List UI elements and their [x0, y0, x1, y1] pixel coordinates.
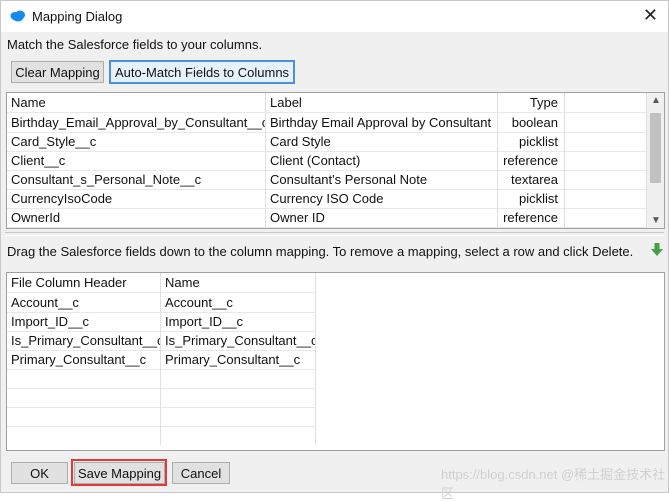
table-row[interactable]: Import_ID__c Import_ID__c: [7, 312, 316, 332]
mapped-field-cell: [161, 369, 316, 388]
salesforce-fields-table[interactable]: Name Label Type Birthday_Email_Approval_…: [6, 92, 665, 229]
table-row[interactable]: Client__c Client (Contact) reference: [7, 151, 649, 171]
field-label-cell: Client (Contact): [266, 151, 498, 170]
table-row[interactable]: Primary_Consultant__c Primary_Consultant…: [7, 350, 316, 370]
field-label-cell: Consultant's Personal Note: [266, 170, 498, 189]
auto-match-button[interactable]: Auto-Match Fields to Columns: [109, 60, 295, 84]
watermark: https://blog.csdn.net @稀土掘金技术社区: [441, 467, 666, 501]
mapped-field-cell: [161, 407, 316, 426]
mapped-field-cell: [161, 426, 316, 445]
file-column-cell: Account__c: [7, 293, 161, 312]
file-column-cell: Primary_Consultant__c: [7, 350, 161, 369]
column-mapping-table[interactable]: File Column Header Name Account__c Accou…: [6, 272, 665, 451]
mapped-field-cell: Primary_Consultant__c: [161, 350, 316, 369]
highlight-box: [71, 459, 167, 486]
salesforce-cloud-icon: [10, 10, 25, 22]
column-header-name[interactable]: Name: [161, 273, 316, 292]
field-type-cell: textarea: [498, 170, 565, 189]
field-name-cell: Client__c: [7, 151, 266, 170]
mapped-field-cell: Import_ID__c: [161, 312, 316, 331]
file-column-cell: Import_ID__c: [7, 312, 161, 331]
table-row[interactable]: Birthday_Email_Approval_by_Consultant__c…: [7, 113, 649, 133]
green-down-arrow-icon: [651, 243, 663, 256]
table-row[interactable]: Consultant_s_Personal_Note__c Consultant…: [7, 170, 649, 190]
file-column-cell: Is_Primary_Consultant__c: [7, 331, 161, 350]
file-column-cell: [7, 426, 161, 445]
title-bar: Mapping Dialog ✕: [1, 1, 668, 32]
field-name-cell: Card_Style__c: [7, 132, 266, 151]
clear-mapping-button[interactable]: Clear Mapping: [11, 61, 104, 83]
table-row[interactable]: Is_Primary_Consultant__c Is_Primary_Cons…: [7, 331, 316, 351]
field-label-cell: Birthday Email Approval by Consultant: [266, 113, 498, 132]
field-type-cell: reference: [498, 151, 565, 170]
table-row[interactable]: Card_Style__c Card Style picklist: [7, 132, 649, 152]
file-column-cell: [7, 388, 161, 407]
table-row-empty[interactable]: [7, 407, 316, 427]
close-icon[interactable]: ✕: [643, 5, 658, 26]
file-column-cell: [7, 407, 161, 426]
table-row[interactable]: Account__c Account__c: [7, 293, 316, 313]
file-column-cell: [7, 369, 161, 388]
cancel-button[interactable]: Cancel: [172, 462, 230, 484]
field-name-cell: Birthday_Email_Approval_by_Consultant__c: [7, 113, 266, 132]
field-type-cell: reference: [498, 208, 565, 227]
table-row[interactable]: OwnerId Owner ID reference: [7, 208, 649, 228]
table-row-empty[interactable]: [7, 388, 316, 408]
column-header-type[interactable]: Type: [498, 93, 565, 112]
table-header-row: Name Label Type: [7, 93, 649, 113]
column-header-label[interactable]: Label: [266, 93, 498, 112]
table-row-empty[interactable]: [7, 426, 316, 445]
field-type-cell: picklist: [498, 132, 565, 151]
table-row[interactable]: CurrencyIsoCode Currency ISO Code pickli…: [7, 189, 649, 209]
mapped-field-cell: [161, 388, 316, 407]
column-header-file-column[interactable]: File Column Header: [7, 273, 161, 292]
scrollbar-thumb[interactable]: [650, 113, 661, 183]
splitter[interactable]: [5, 232, 664, 236]
vertical-scrollbar[interactable]: ▲ ▼: [646, 93, 664, 228]
field-name-cell: OwnerId: [7, 208, 266, 227]
scroll-up-icon[interactable]: ▲: [651, 95, 661, 106]
scroll-down-icon[interactable]: ▼: [651, 215, 661, 226]
instructions-text: Match the Salesforce fields to your colu…: [7, 37, 263, 52]
mapping-dialog-window: Mapping Dialog ✕ Match the Salesforce fi…: [0, 0, 669, 501]
field-type-cell: picklist: [498, 189, 565, 208]
drag-instruction-text: Drag the Salesforce fields down to the c…: [7, 244, 634, 259]
mapped-field-cell: Is_Primary_Consultant__c: [161, 331, 316, 350]
table-row-empty[interactable]: [7, 369, 316, 389]
field-label-cell: Owner ID: [266, 208, 498, 227]
field-name-cell: Consultant_s_Personal_Note__c: [7, 170, 266, 189]
field-label-cell: Card Style: [266, 132, 498, 151]
field-label-cell: Currency ISO Code: [266, 189, 498, 208]
ok-button[interactable]: OK: [11, 462, 68, 484]
field-name-cell: CurrencyIsoCode: [7, 189, 266, 208]
column-header-name[interactable]: Name: [7, 93, 266, 112]
table-header-row: File Column Header Name: [7, 273, 316, 293]
mapped-field-cell: Account__c: [161, 293, 316, 312]
field-type-cell: boolean: [498, 113, 565, 132]
window-title: Mapping Dialog: [32, 9, 123, 24]
